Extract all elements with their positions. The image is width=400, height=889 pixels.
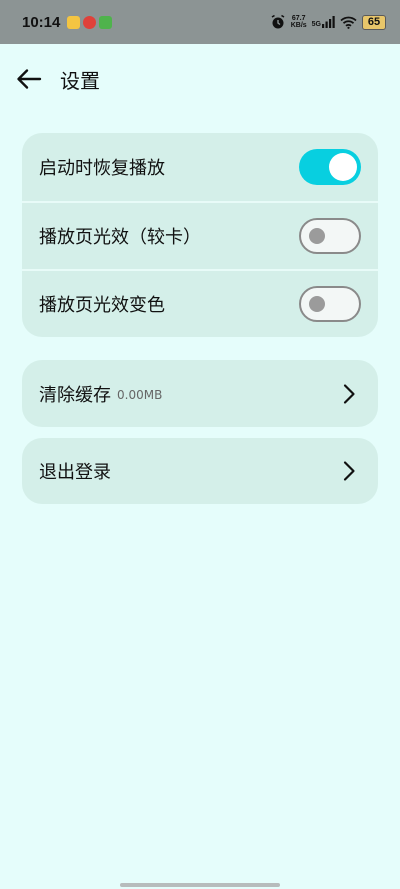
game-app-notification-icon [99,15,113,29]
page-title: 设置 [60,68,100,93]
logout-button[interactable]: 退出登录 [22,438,378,504]
setting-label: 播放页光效（较卡） [39,227,201,248]
clear-cache-button[interactable]: 清除缓存 0.00MB [22,360,378,427]
cache-size: 0.00MB [117,388,163,402]
player-light-effect-toggle[interactable] [299,218,361,254]
alarm-icon [271,14,285,29]
arrow-left-icon [17,69,42,89]
toggle-knob [329,153,357,181]
settings-card: 启动时恢复播放 播放页光效（较卡） 播放页光效变色 [22,133,378,337]
status-time: 10:14 [22,13,61,31]
clear-cache-card: 清除缓存 0.00MB [22,360,378,427]
net-speed-unit: KB/s [290,22,307,29]
chevron-right-icon [343,461,355,481]
notification-icons [67,15,113,29]
battery-indicator: 65 [362,14,386,30]
cellular-signal: 5G [312,16,335,28]
resume-on-start-toggle[interactable] [299,149,361,185]
home-indicator[interactable] [120,883,280,887]
setting-player-light-effect: 播放页光效（较卡） [22,201,378,269]
app-notification-icon [67,15,81,29]
setting-resume-on-start: 启动时恢复播放 [22,133,378,201]
light-effect-color-change-toggle[interactable] [299,286,361,322]
net-speed-value: 67.7 [291,15,306,22]
toggle-knob [309,296,325,312]
status-bar: 10:14 67.7 KB/s 5G 65 [0,0,400,44]
status-indicators: 67.7 KB/s 5G 65 [270,14,386,30]
logout-card: 退出登录 [22,438,378,504]
network-type: 5G [311,21,321,28]
setting-light-effect-color-change: 播放页光效变色 [22,269,378,337]
clear-cache-label: 清除缓存 [39,384,111,406]
music-app-notification-icon [83,15,97,29]
page-header: 设置 [0,60,400,98]
net-speed: 67.7 KB/s [291,15,307,29]
setting-label: 启动时恢复播放 [39,158,165,179]
logout-label: 退出登录 [39,462,111,483]
back-button[interactable] [11,61,47,97]
wifi-icon [340,16,357,29]
toggle-knob [309,228,325,244]
chevron-right-icon [343,383,355,404]
setting-label: 播放页光效变色 [39,295,165,316]
signal-bars-icon [322,16,335,28]
